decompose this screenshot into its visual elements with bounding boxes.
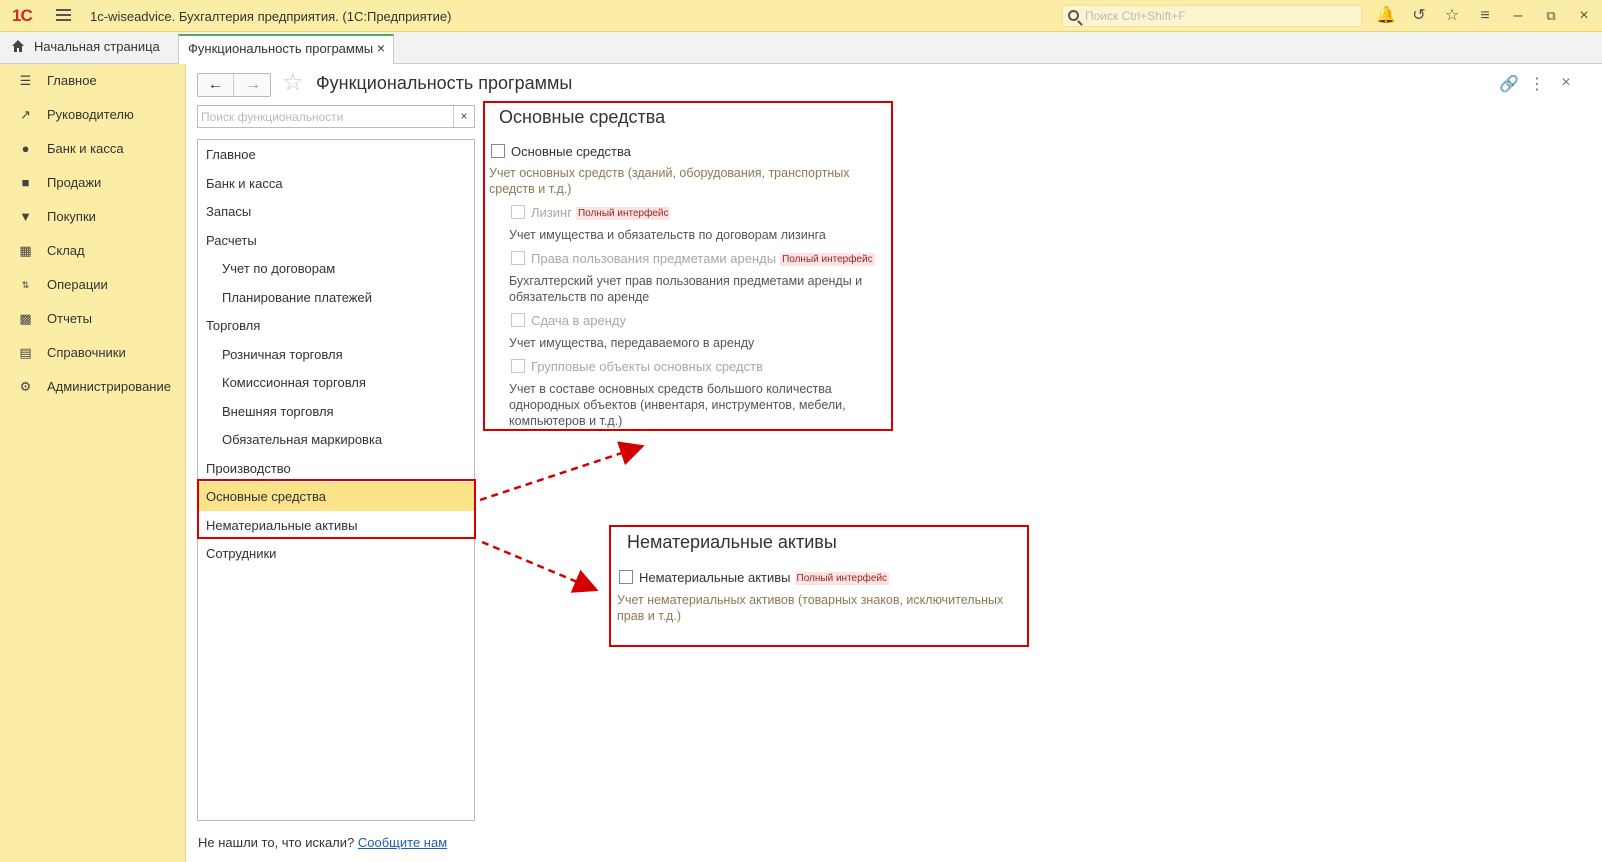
arrow-to-fixed-assets bbox=[479, 441, 645, 502]
annotation-arrows bbox=[479, 441, 645, 593]
arrow-to-intangible-assets bbox=[481, 540, 599, 593]
